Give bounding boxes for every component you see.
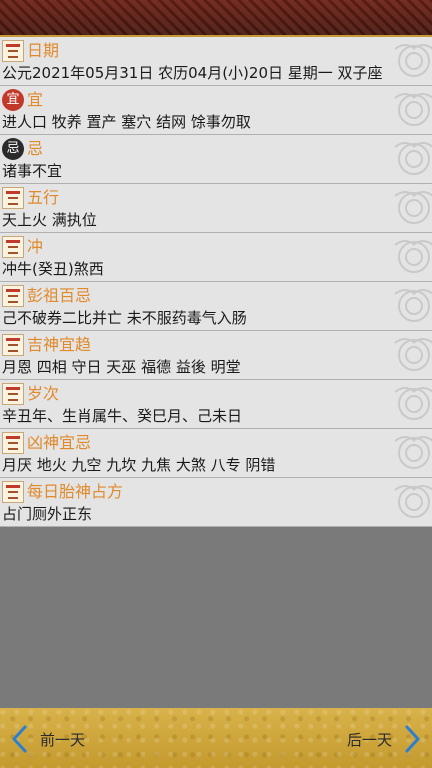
row-body: 进人口 牧养 置产 塞穴 结网 馀事勿取	[2, 113, 251, 131]
row-yi: 宜 宜 进人口 牧养 置产 塞穴 结网 馀事勿取	[0, 86, 432, 135]
cloud-pattern-icon	[394, 240, 432, 273]
row-wuxing: 五行 天上火 满执位	[0, 184, 432, 233]
row-body: 天上火 满执位	[2, 211, 97, 229]
book-icon	[2, 186, 24, 209]
next-day-button[interactable]: 后一天	[347, 724, 422, 754]
row-title: 五行	[27, 187, 60, 207]
cloud-pattern-icon	[394, 485, 432, 518]
cloud-pattern-icon	[394, 289, 432, 322]
cloud-pattern-icon	[394, 93, 432, 126]
row-title: 每日胎神占方	[27, 481, 124, 501]
footer-bar: 前一天 后一天	[0, 708, 432, 768]
row-title: 吉神宜趋	[27, 334, 92, 354]
row-title: 日期	[27, 40, 60, 60]
app-header	[0, 0, 432, 37]
book-icon	[2, 431, 24, 454]
book-icon	[2, 39, 24, 62]
row-body: 月恩 四相 守日 天巫 福德 益後 明堂	[2, 358, 241, 376]
row-body: 冲牛(癸丑)煞西	[2, 260, 104, 278]
row-body: 诸事不宜	[2, 162, 63, 180]
row-body: 月厌 地火 九空 九坎 九焦 大煞 八专 阴错	[2, 456, 276, 474]
row-title: 彭祖百忌	[27, 285, 92, 305]
row-xiongshen: 凶神宜忌 月厌 地火 九空 九坎 九焦 大煞 八专 阴错	[0, 429, 432, 478]
book-icon	[2, 480, 24, 503]
row-jishen: 吉神宜趋 月恩 四相 守日 天巫 福德 益後 明堂	[0, 331, 432, 380]
row-ji: 忌 忌 诸事不宜	[0, 135, 432, 184]
row-body: 公元2021年05月31日 农历04月(小)20日 星期一 双子座	[2, 64, 383, 82]
cloud-pattern-icon	[394, 44, 432, 77]
cloud-pattern-icon	[394, 191, 432, 224]
chevron-right-icon	[405, 725, 420, 753]
row-title: 岁次	[27, 383, 60, 403]
book-icon	[2, 284, 24, 307]
row-taishen: 每日胎神占方 占门厕外正东	[0, 478, 432, 527]
row-title: 冲	[27, 236, 44, 256]
prev-day-label: 前一天	[40, 730, 86, 749]
row-title: 宜	[27, 89, 44, 109]
cloud-pattern-icon	[394, 142, 432, 175]
row-chong: 冲 冲牛(癸丑)煞西	[0, 233, 432, 282]
book-icon	[2, 235, 24, 258]
row-title: 忌	[27, 138, 44, 158]
row-body: 辛丑年、生肖属牛、癸巳月、己未日	[2, 407, 243, 425]
book-icon	[2, 382, 24, 405]
row-body: 占门厕外正东	[2, 505, 93, 523]
row-title: 凶神宜忌	[27, 432, 92, 452]
row-pengzu: 彭祖百忌 己不破券二比并亡 未不服药毒气入肠	[0, 282, 432, 331]
prev-day-button[interactable]: 前一天	[10, 724, 85, 754]
row-date: 日期 公元2021年05月31日 农历04月(小)20日 星期一 双子座	[0, 37, 432, 86]
yi-icon: 宜	[2, 88, 24, 111]
almanac-list: 日期 公元2021年05月31日 农历04月(小)20日 星期一 双子座 宜 宜…	[0, 37, 432, 527]
cloud-pattern-icon	[394, 436, 432, 469]
row-suici: 岁次 辛丑年、生肖属牛、癸巳月、己未日	[0, 380, 432, 429]
cloud-pattern-icon	[394, 387, 432, 420]
chevron-left-icon	[12, 725, 27, 753]
row-body: 己不破券二比并亡 未不服药毒气入肠	[2, 309, 247, 327]
cloud-pattern-icon	[394, 338, 432, 371]
next-day-label: 后一天	[346, 730, 392, 749]
book-icon	[2, 333, 24, 356]
ji-icon: 忌	[2, 137, 24, 160]
